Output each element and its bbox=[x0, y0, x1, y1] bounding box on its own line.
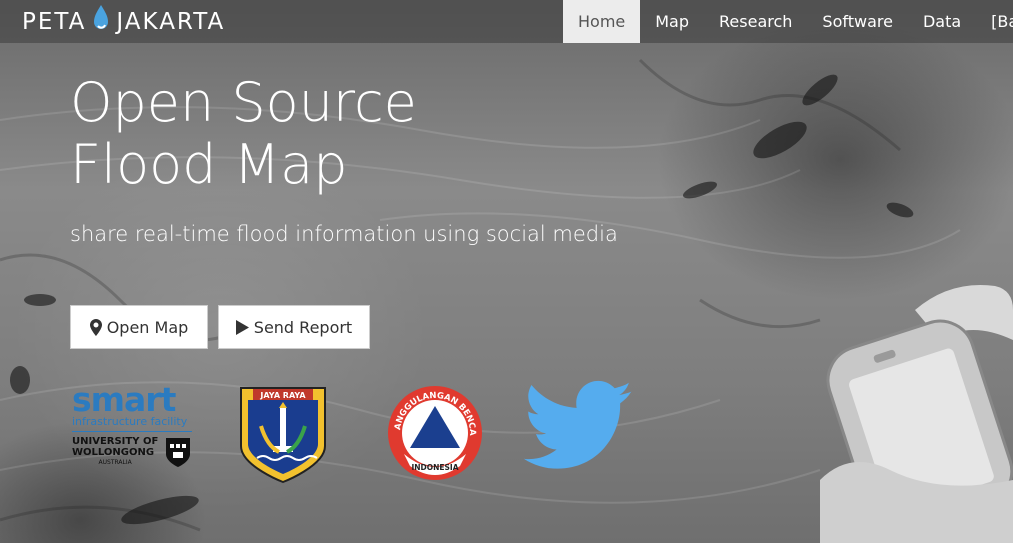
uow-crest-icon bbox=[164, 436, 192, 472]
nav-item-home[interactable]: Home bbox=[563, 0, 641, 43]
map-marker-icon bbox=[89, 318, 102, 336]
smart-divider bbox=[72, 431, 192, 432]
open-map-label: Open Map bbox=[106, 317, 189, 337]
twitter-icon[interactable] bbox=[523, 380, 634, 480]
play-icon bbox=[235, 319, 249, 335]
smart-infrastructure-logo[interactable]: smart infrastructure facility UNIVERSITY… bbox=[72, 380, 196, 472]
water-drop-icon bbox=[92, 4, 110, 40]
nav-item-data[interactable]: Data bbox=[908, 0, 976, 43]
brand-left-text: PETA bbox=[22, 9, 87, 35]
uow-line-1: UNIVERSITY OF bbox=[72, 436, 159, 447]
nav-menu: Home Map Research Software Data [Ba bbox=[563, 0, 1013, 43]
bnpb-logo[interactable]: PENANGGULANGAN BENCANA INDONESIA bbox=[382, 377, 484, 486]
hero-title-line-1: Open Source bbox=[70, 71, 417, 134]
uow-line-3: AUSTRALIA bbox=[98, 459, 132, 466]
hero-subtitle: share real-time flood information using … bbox=[70, 222, 618, 246]
send-report-button[interactable]: Send Report bbox=[218, 305, 370, 349]
top-navbar: PETA JAKARTA Home Map Research Software … bbox=[0, 0, 1013, 43]
bnpb-bottom-text: INDONESIA bbox=[411, 463, 458, 472]
hero-title-line-2: Flood Map bbox=[70, 133, 348, 196]
open-map-button[interactable]: Open Map bbox=[70, 305, 208, 349]
uow-row: UNIVERSITY OF WOLLONGONG AUSTRALIA bbox=[72, 436, 192, 472]
nav-item-language[interactable]: [Ba bbox=[976, 0, 1013, 43]
smart-wordmark: smart bbox=[72, 380, 176, 419]
smart-subtitle: infrastructure facility bbox=[72, 415, 188, 428]
send-report-label: Send Report bbox=[253, 317, 353, 337]
brand-right-text: JAKARTA bbox=[116, 9, 226, 35]
phone-in-hand-image bbox=[820, 280, 1013, 543]
nav-item-research[interactable]: Research bbox=[704, 0, 807, 43]
jaya-banner-text: JAYA RAYA bbox=[259, 391, 306, 400]
hero-title: Open Source Flood Map bbox=[70, 72, 417, 196]
brand-logo[interactable]: PETA JAKARTA bbox=[22, 4, 225, 40]
uow-line-2: WOLLONGONG bbox=[72, 447, 155, 458]
nav-item-map[interactable]: Map bbox=[640, 0, 704, 43]
nav-item-software[interactable]: Software bbox=[807, 0, 908, 43]
jakarta-emblem-logo[interactable]: JAYA RAYA bbox=[239, 386, 327, 488]
